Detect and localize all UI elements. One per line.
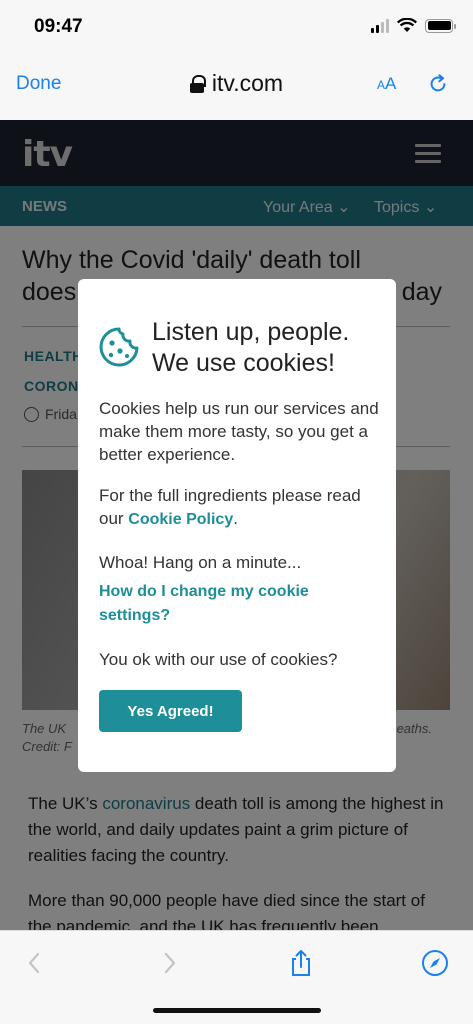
cookie-icon bbox=[99, 327, 139, 367]
cellular-signal-icon bbox=[371, 18, 389, 33]
battery-icon bbox=[425, 18, 456, 33]
wifi-icon bbox=[397, 18, 417, 32]
cookie-policy-link[interactable]: Cookie Policy bbox=[128, 511, 233, 528]
dialog-whoa: Whoa! Hang on a minute... bbox=[99, 553, 302, 572]
status-bar: 09:47 bbox=[0, 0, 473, 58]
url-text: itv.com bbox=[211, 70, 284, 96]
cookie-consent-dialog: Listen up, people. We use cookies! Cooki… bbox=[78, 279, 396, 772]
share-icon[interactable] bbox=[286, 948, 316, 978]
dialog-question: You ok with our use of cookies? bbox=[99, 650, 338, 669]
reload-icon[interactable] bbox=[427, 73, 449, 95]
yes-agreed-button[interactable]: Yes Agreed! bbox=[99, 690, 242, 732]
lock-icon bbox=[189, 74, 206, 93]
compass-icon[interactable] bbox=[420, 948, 450, 978]
home-indicator bbox=[153, 1008, 321, 1013]
dialog-title: Listen up, people. We use cookies! bbox=[152, 318, 350, 377]
text-size-button[interactable]: AA bbox=[377, 74, 396, 94]
address-bar[interactable]: itv.com bbox=[0, 70, 473, 97]
status-time: 09:47 bbox=[34, 16, 83, 37]
dialog-ingredients: For the full ingredients please read our… bbox=[99, 486, 361, 528]
cookie-settings-link[interactable]: How do I change my cookie settings? bbox=[99, 583, 309, 624]
browser-top-bar: Done itv.com AA bbox=[0, 58, 473, 120]
dialog-intro: Cookies help us run our services and mak… bbox=[99, 399, 379, 464]
forward-icon[interactable] bbox=[154, 948, 184, 978]
dialog-change-settings: How do I change my cookie settings? bbox=[99, 579, 379, 627]
back-icon[interactable] bbox=[20, 948, 50, 978]
